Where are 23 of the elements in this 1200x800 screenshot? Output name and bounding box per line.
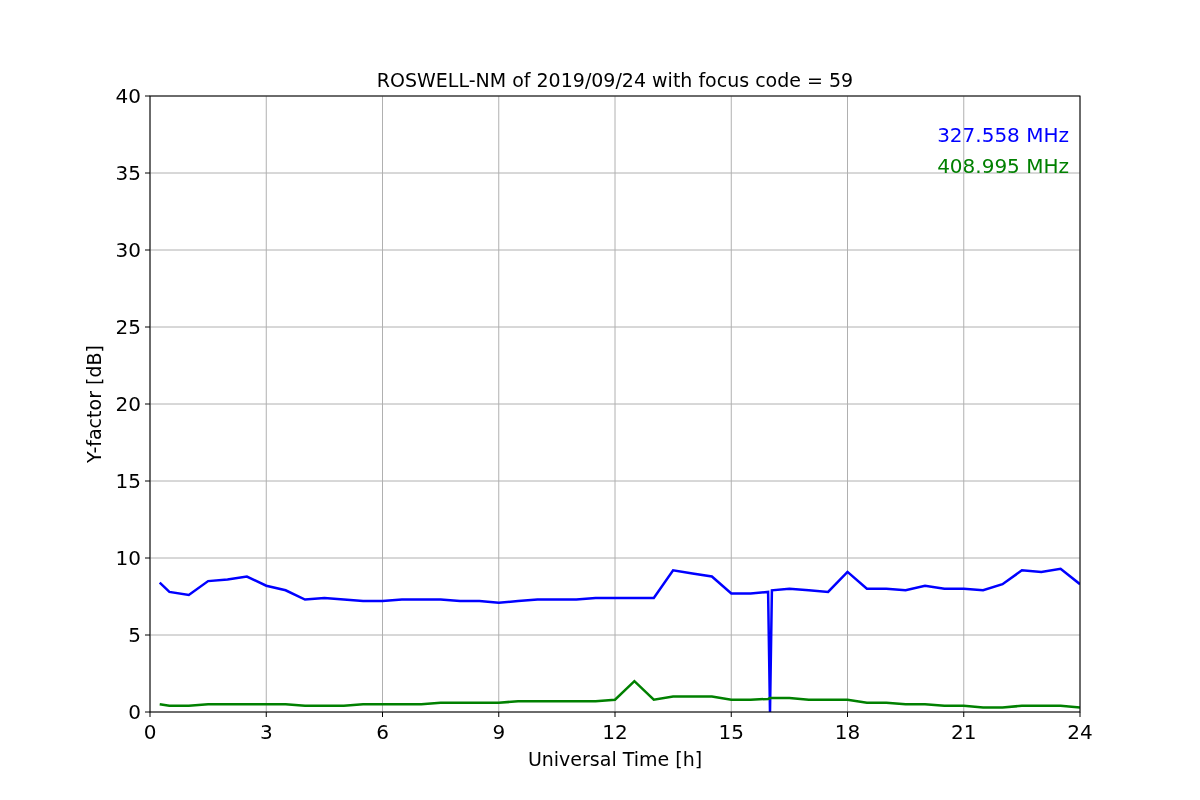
- y-tick-label: 15: [115, 469, 141, 493]
- chart-title: ROSWELL-NM of 2019/09/24 with focus code = 59: [376, 69, 854, 91]
- x-tick-label: 3: [259, 720, 273, 744]
- x-tick-label: 0: [143, 720, 157, 744]
- x-tick-label: 15: [718, 720, 744, 744]
- y-tick-label: 5: [128, 623, 141, 647]
- x-tick-label: 21: [951, 720, 977, 744]
- x-tick-label: 9: [492, 720, 506, 744]
- y-tick-label: 25: [115, 315, 141, 339]
- x-tick-label: 6: [376, 720, 389, 744]
- y-tick-label: 30: [115, 238, 141, 262]
- legend-label: 327.558 MHz: [937, 123, 1069, 147]
- x-tick-label: 12: [602, 720, 628, 744]
- y-tick-label: 40: [115, 84, 141, 108]
- legend-label: 408.995 MHz: [937, 154, 1069, 178]
- y-tick-label: 35: [115, 161, 141, 185]
- y-tick-label: 10: [115, 546, 141, 570]
- y-tick-label: 0: [128, 700, 141, 724]
- x-axis-label: Universal Time [h]: [527, 748, 703, 770]
- y-axis-label: Y-factor [dB]: [83, 345, 105, 463]
- y-tick-label: 20: [115, 392, 141, 416]
- x-tick-label: 18: [834, 720, 861, 744]
- x-tick-label: 24: [1067, 720, 1093, 744]
